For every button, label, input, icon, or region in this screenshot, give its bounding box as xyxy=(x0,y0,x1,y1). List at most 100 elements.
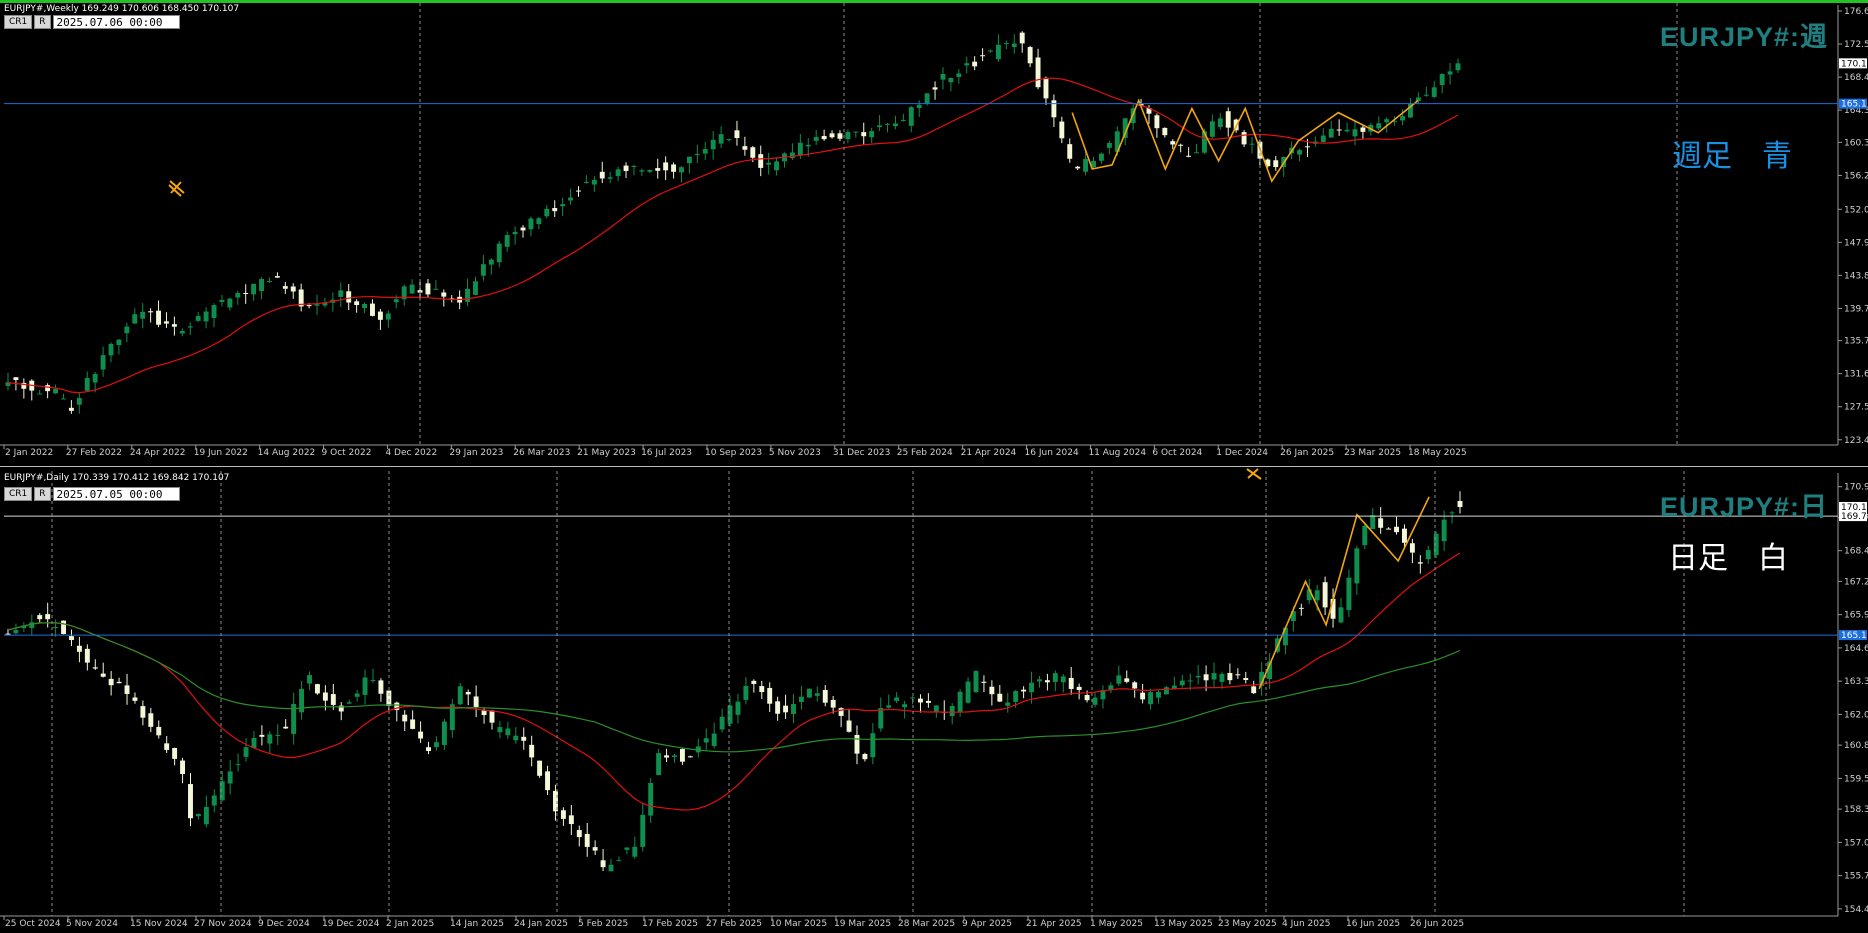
candle-body xyxy=(1013,691,1019,702)
candle-body xyxy=(140,706,146,718)
x-tick-label: 14 Jan 2025 xyxy=(450,919,504,929)
time-box[interactable]: 2025.07.06 00:00 xyxy=(52,15,180,29)
candle-body xyxy=(1225,111,1231,128)
candle-body xyxy=(813,137,819,141)
candle-body xyxy=(949,705,955,717)
candle-body xyxy=(537,760,543,776)
candle-body xyxy=(1163,687,1169,695)
candle-body xyxy=(1328,128,1334,138)
candle-body xyxy=(592,847,598,851)
candle-body xyxy=(132,314,138,324)
candle-body xyxy=(528,218,534,230)
candle-body xyxy=(830,699,836,708)
candle-body xyxy=(1035,57,1041,88)
candle-body xyxy=(1409,543,1415,553)
y-tick-label: 154.4 xyxy=(1844,905,1868,915)
candle-body xyxy=(290,286,296,292)
candle-body xyxy=(188,784,193,819)
daily-chart[interactable]: 170.9 169.7 168.4 167.2 165.9 164.6 163.3 162.0… xyxy=(0,467,1868,933)
candle-body xyxy=(1068,677,1074,689)
candle-body xyxy=(1052,673,1058,682)
candle-body xyxy=(734,130,740,139)
candle-body xyxy=(671,164,677,172)
candle-body xyxy=(362,677,368,695)
candle-body xyxy=(480,264,486,276)
candle-body xyxy=(132,697,138,701)
candle-body xyxy=(822,690,828,703)
ma-green-line xyxy=(7,622,1461,753)
candle-body xyxy=(441,292,447,297)
cr1-button[interactable]: CR1 xyxy=(4,487,33,501)
candle-body xyxy=(267,734,273,744)
x-tick-label: 28 Mar 2025 xyxy=(898,919,955,929)
candle-body xyxy=(1344,129,1350,132)
candle-body xyxy=(837,133,843,139)
x-tick-label: 6 Oct 2024 xyxy=(1152,448,1202,458)
candle-body xyxy=(1076,686,1082,691)
candle-body xyxy=(988,50,993,52)
y-tick-label: 160.3 xyxy=(1844,138,1868,148)
candle-body xyxy=(84,378,90,391)
candle-body xyxy=(719,716,725,730)
candle-body xyxy=(504,235,510,247)
y-tick-label: 164.6 xyxy=(1844,644,1868,654)
candle-body xyxy=(1195,675,1201,678)
x-tick-label: 26 Jun 2025 xyxy=(1410,919,1464,929)
candle-body xyxy=(663,162,669,171)
candle-body xyxy=(878,707,884,729)
candle-body xyxy=(1211,673,1217,680)
candle-body xyxy=(774,161,780,171)
x-tick-label: 17 Feb 2025 xyxy=(642,919,698,929)
r-button[interactable]: R xyxy=(34,487,51,501)
candle-body xyxy=(894,697,900,701)
candle-body xyxy=(576,190,581,192)
candle-body xyxy=(1378,518,1384,528)
candle-body xyxy=(1170,141,1176,145)
cr1-button[interactable]: CR1 xyxy=(4,15,33,29)
candle-body xyxy=(282,286,288,289)
candle-body xyxy=(1447,71,1453,75)
candle-body xyxy=(1394,526,1399,533)
candle-body xyxy=(243,292,249,294)
weekly-chart-pane[interactable]: 176.6 172.5 168.4 164.3 160.3 156.2 152.0 147.9… xyxy=(0,0,1868,463)
candle-body xyxy=(465,691,471,695)
candle-body xyxy=(108,678,114,686)
candle-body xyxy=(1037,679,1042,682)
candle-body xyxy=(568,197,574,201)
candle-body xyxy=(385,313,391,320)
candle-body xyxy=(5,633,11,635)
candle-body xyxy=(386,690,392,706)
time-box[interactable]: 2025.07.05 00:00 xyxy=(52,487,180,501)
x-tick-label: 23 Mar 2025 xyxy=(1344,448,1401,458)
candle-body xyxy=(846,720,852,732)
candle-body xyxy=(267,281,272,283)
y-tick-label: 168.4 xyxy=(1844,547,1868,557)
daily-chart-pane[interactable]: 170.9 169.7 168.4 167.2 165.9 164.6 163.3 162.0… xyxy=(0,466,1868,933)
candle-body xyxy=(441,721,447,745)
candle-body xyxy=(758,154,764,168)
x-tick-label: 16 Jun 2024 xyxy=(1025,448,1079,458)
r-button[interactable]: R xyxy=(34,15,51,29)
candle-body xyxy=(243,747,249,757)
weekly-chart[interactable]: 176.6172.5168.4164.3160.3156.2152.0147.9… xyxy=(0,3,1868,463)
candle-body xyxy=(1209,121,1215,137)
x-tick-label: 13 May 2025 xyxy=(1154,919,1213,929)
x-tick-label: 21 Apr 2025 xyxy=(1026,919,1082,929)
candle-body xyxy=(965,681,971,703)
candle-body xyxy=(900,119,906,121)
candle-body xyxy=(1354,548,1360,584)
candle-body xyxy=(608,864,614,872)
candle-body xyxy=(656,753,662,776)
candle-body xyxy=(1449,512,1455,514)
candle-body xyxy=(536,218,542,225)
x-tick-label: 2 Jan 2025 xyxy=(386,919,434,929)
x-tick-label: 5 Nov 2024 xyxy=(66,919,118,929)
candle-body xyxy=(981,681,987,683)
candle-body xyxy=(845,132,851,140)
candle-body xyxy=(346,702,352,704)
candle-body xyxy=(473,696,479,707)
candle-body xyxy=(203,311,209,322)
candle-body xyxy=(1417,562,1423,564)
y-tick-label: 147.9 xyxy=(1844,238,1868,248)
candle-body xyxy=(925,700,931,703)
